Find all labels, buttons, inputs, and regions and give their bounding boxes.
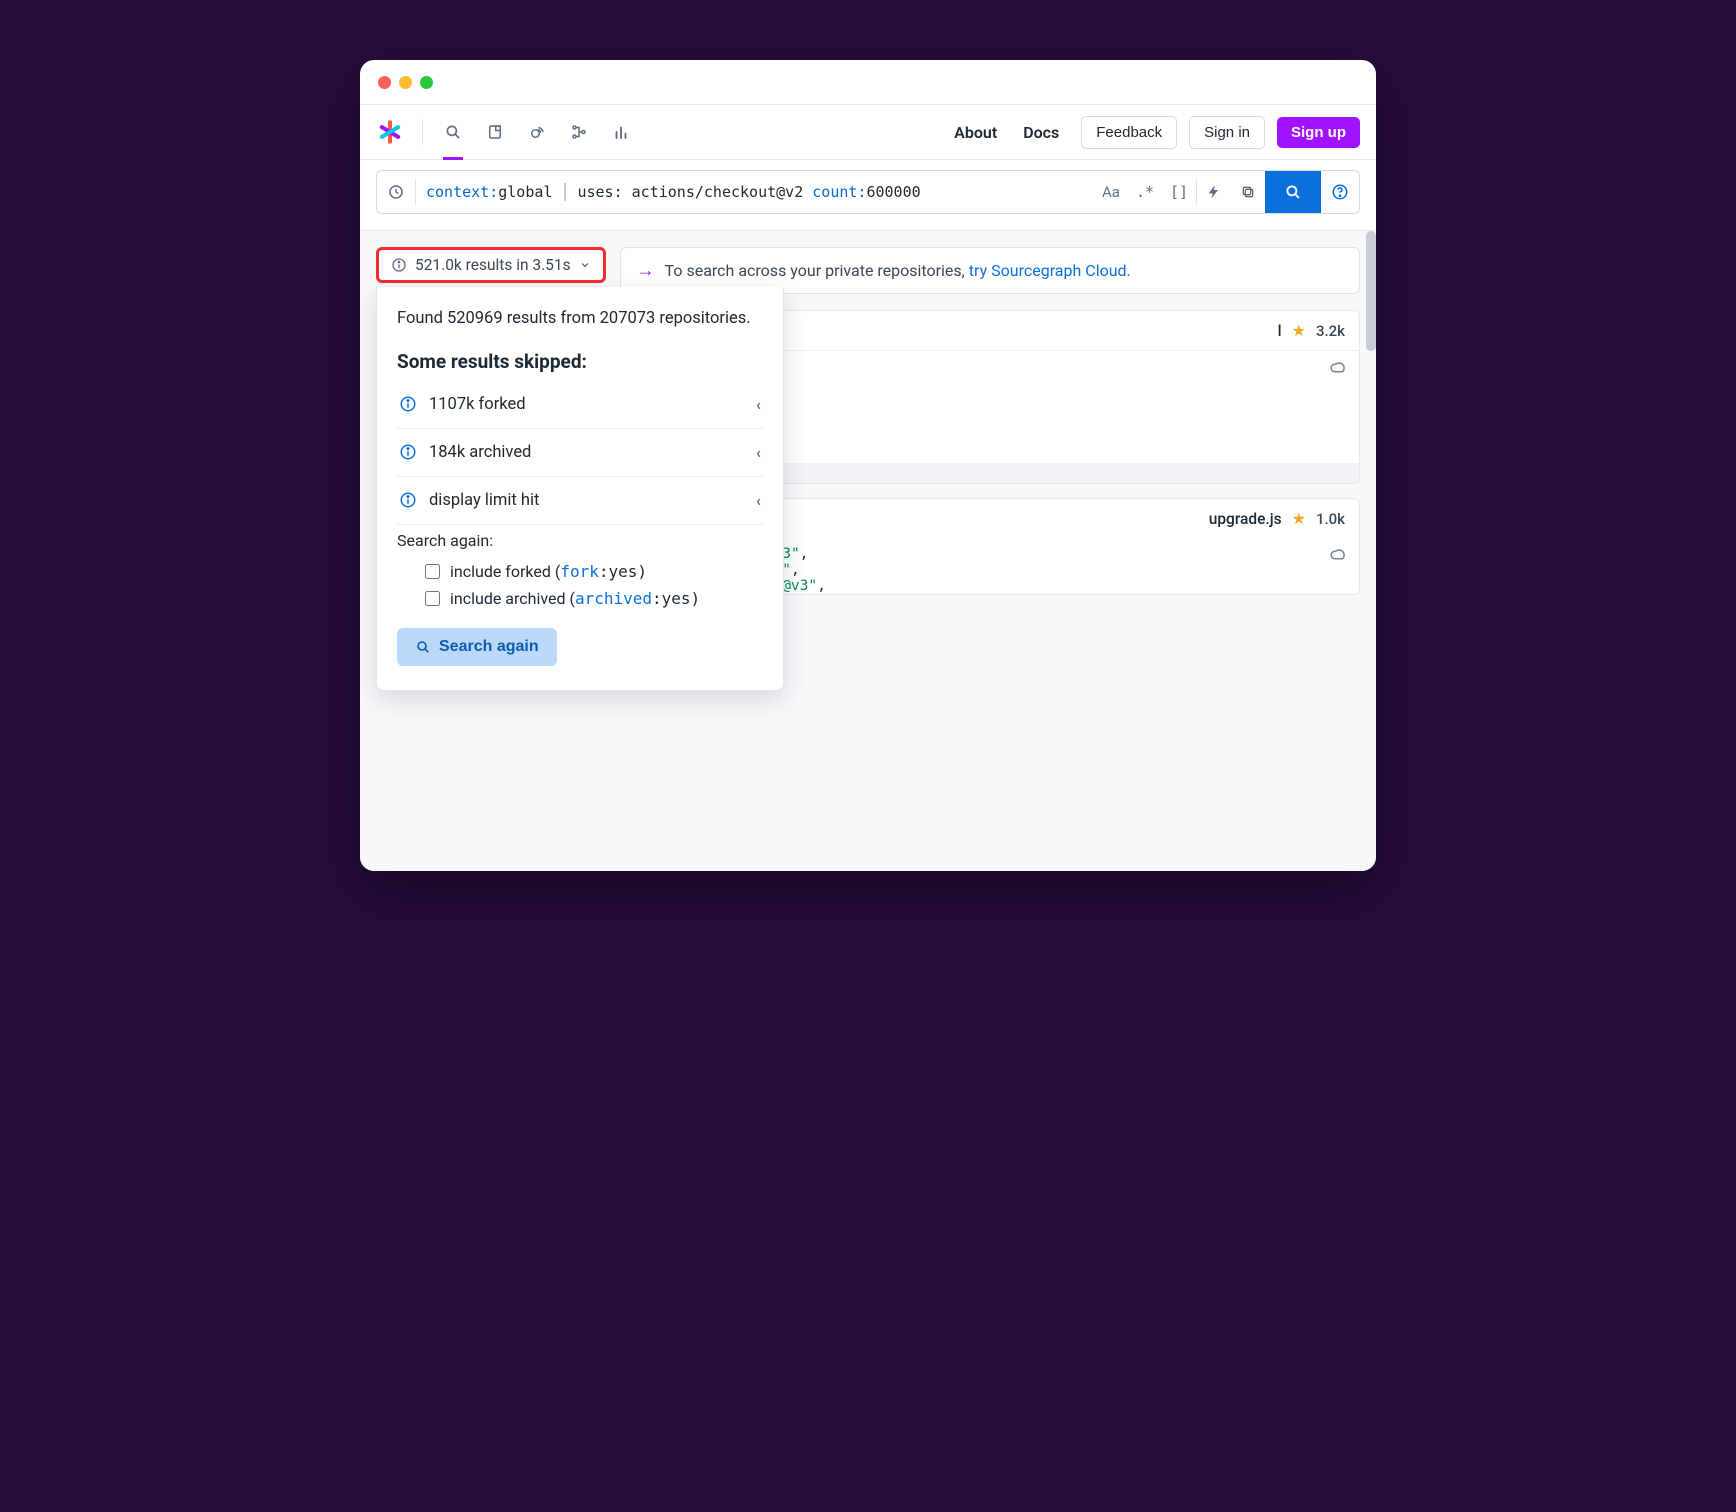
nav-divider: [422, 119, 423, 145]
structural-toggle[interactable]: []: [1162, 183, 1196, 201]
search-again-button[interactable]: Search again: [397, 628, 557, 666]
monitoring-icon[interactable]: [519, 114, 555, 150]
copy-query-icon[interactable]: [1231, 184, 1265, 200]
notebooks-icon[interactable]: [477, 114, 513, 150]
results-summary-chip[interactable]: 521.0k results in 3.51s: [376, 247, 606, 283]
query-text: uses: actions/checkout@v2: [577, 183, 803, 201]
signup-button[interactable]: Sign up: [1277, 117, 1360, 148]
searchbar-container: context:global │ uses: actions/checkout@…: [360, 160, 1376, 231]
star-icon: ★: [1292, 321, 1306, 340]
popover-found-text: Found 520969 results from 207073 reposit…: [397, 307, 763, 332]
app-window: About Docs Feedback Sign in Sign up cont…: [360, 60, 1376, 871]
skipped-forked-item[interactable]: 1107k forked ‹: [397, 381, 763, 429]
result-1-stars: 3.2k: [1316, 322, 1345, 340]
arrow-right-icon: →: [637, 260, 655, 281]
regex-toggle[interactable]: .*: [1128, 183, 1162, 201]
window-zoom-dot[interactable]: [420, 76, 433, 89]
sourcegraph-logo[interactable]: [376, 118, 404, 146]
include-forked-checkbox[interactable]: include forked (fork:yes): [397, 558, 763, 585]
popover-heading: Some results skipped:: [397, 350, 763, 373]
context-value: global: [498, 183, 552, 201]
history-icon[interactable]: [377, 183, 415, 201]
include-archived-input[interactable]: [425, 591, 440, 606]
search-again-label: Search again:: [397, 531, 763, 550]
star-icon: ★: [1292, 509, 1306, 528]
skipped-displaylimit-item[interactable]: display limit hit ‹: [397, 477, 763, 525]
chevron-left-icon: ‹: [756, 491, 761, 510]
window-close-dot[interactable]: [378, 76, 391, 89]
skipped-archived-item[interactable]: 184k archived ‹: [397, 429, 763, 477]
results-detail-popover: Found 520969 results from 207073 reposit…: [376, 287, 784, 691]
info-icon: [399, 443, 417, 461]
searchbar: context:global │ uses: actions/checkout@…: [376, 170, 1360, 214]
signin-button[interactable]: Sign in: [1189, 116, 1265, 149]
window-minimize-dot[interactable]: [399, 76, 412, 89]
chevron-left-icon: ‹: [756, 395, 761, 414]
window-titlebar: [360, 60, 1376, 104]
count-value: 600000: [866, 183, 920, 201]
run-search-button[interactable]: [1265, 171, 1321, 213]
include-archived-checkbox[interactable]: include archived (archived:yes): [397, 585, 763, 612]
nav-about[interactable]: About: [944, 117, 1007, 148]
info-icon: [399, 491, 417, 509]
skipped-archived-label: 184k archived: [429, 443, 744, 462]
code-actions-icon[interactable]: [1329, 546, 1347, 568]
query-separator: │: [552, 183, 577, 201]
search-tab-icon[interactable]: [435, 114, 471, 150]
results-summary-text: 521.0k results in 3.51s: [415, 256, 571, 274]
search-query-input[interactable]: context:global │ uses: actions/checkout@…: [416, 183, 1094, 201]
batch-changes-icon[interactable]: [561, 114, 597, 150]
insights-icon[interactable]: [603, 114, 639, 150]
context-filter: context:: [426, 183, 498, 201]
smart-search-icon[interactable]: [1197, 184, 1231, 200]
nav-docs[interactable]: Docs: [1013, 117, 1069, 148]
info-icon: [399, 395, 417, 413]
include-forked-input[interactable]: [425, 564, 440, 579]
result-2-stars: 1.0k: [1316, 510, 1345, 528]
feedback-button[interactable]: Feedback: [1081, 116, 1177, 149]
promo-text: To search across your private repositori…: [665, 261, 1131, 280]
results-area: 521.0k results in 3.51s → To search acro…: [360, 231, 1376, 871]
top-nav: About Docs Feedback Sign in Sign up: [360, 104, 1376, 160]
help-icon[interactable]: [1321, 183, 1359, 201]
scrollbar[interactable]: [1366, 231, 1376, 351]
code-actions-icon[interactable]: [1329, 359, 1347, 381]
skipped-displaylimit-label: display limit hit: [429, 491, 744, 510]
skipped-forked-label: 1107k forked: [429, 395, 744, 414]
chevron-left-icon: ‹: [756, 443, 761, 462]
count-filter: count:: [812, 183, 866, 201]
promo-link[interactable]: try Sourcegraph Cloud: [969, 261, 1127, 280]
case-toggle[interactable]: Aa: [1094, 183, 1128, 201]
